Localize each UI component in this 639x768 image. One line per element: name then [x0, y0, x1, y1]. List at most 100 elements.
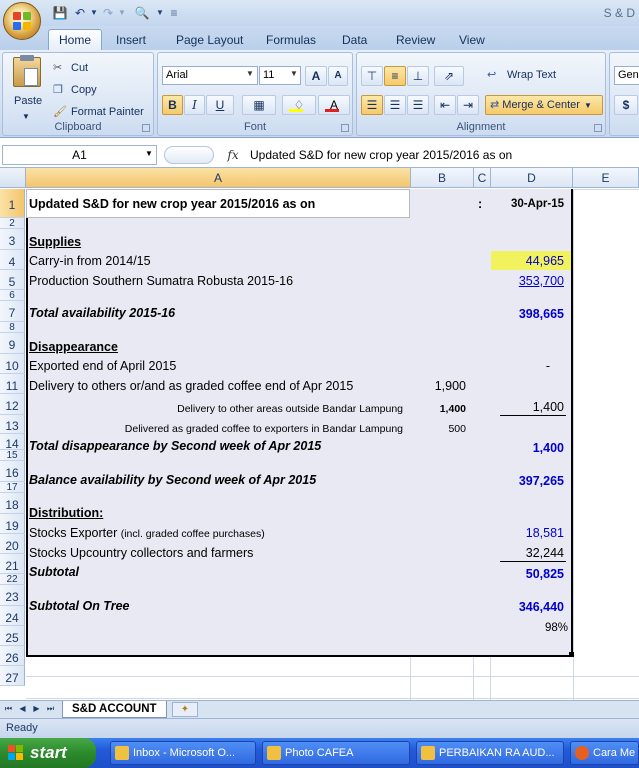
- row-header[interactable]: 23: [0, 585, 25, 606]
- paste-icon[interactable]: [13, 55, 41, 87]
- row-header[interactable]: 15: [0, 450, 25, 461]
- cut-button[interactable]: Cut: [71, 60, 88, 76]
- align-middle-button[interactable]: ≡: [384, 66, 406, 86]
- increase-indent-button[interactable]: ⇥: [457, 95, 479, 115]
- start-button[interactable]: start: [0, 738, 96, 768]
- delivery-outside-label[interactable]: Delivery to other areas outside Bandar L…: [29, 400, 403, 418]
- name-box[interactable]: A1: [2, 145, 157, 165]
- italic-button[interactable]: I: [184, 95, 205, 115]
- align-right-button[interactable]: ☰: [407, 95, 429, 115]
- tab-page-layout[interactable]: Page Layout: [166, 30, 253, 50]
- copy-icon[interactable]: ❐: [53, 82, 63, 98]
- column-header-e[interactable]: E: [573, 168, 639, 188]
- font-color-button[interactable]: A: [318, 95, 350, 115]
- balance-availability-label[interactable]: Balance availability by Second week of A…: [29, 471, 316, 489]
- tab-review[interactable]: Review: [386, 30, 445, 50]
- tab-home[interactable]: Home: [48, 29, 103, 51]
- carry-in-label[interactable]: Carry-in from 2014/15: [29, 252, 151, 270]
- underline-button[interactable]: U: [206, 95, 234, 115]
- shrink-font-button[interactable]: A: [328, 66, 348, 86]
- save-icon[interactable]: 💾: [52, 5, 68, 21]
- first-sheet-icon[interactable]: ⏮: [3, 703, 14, 715]
- total-availability-value[interactable]: 398,665: [494, 305, 564, 323]
- merge-center-button[interactable]: ⇄ Merge & Center ▼: [485, 95, 603, 115]
- subtotal-value[interactable]: 50,825: [494, 565, 564, 583]
- customize-toolbar-icon[interactable]: ≡: [166, 5, 182, 21]
- format-painter-button[interactable]: Format Painter: [71, 104, 144, 120]
- paste-button[interactable]: Paste: [14, 93, 42, 109]
- row-header[interactable]: 13: [0, 415, 25, 434]
- font-name-box[interactable]: Arial: [162, 66, 258, 85]
- distribution-header[interactable]: Distribution:: [29, 504, 103, 522]
- row-header[interactable]: 3: [0, 229, 25, 250]
- row-header[interactable]: 7: [0, 301, 25, 322]
- tab-insert[interactable]: Insert: [106, 30, 156, 50]
- delivered-graded-value[interactable]: 500: [411, 420, 466, 438]
- row-header[interactable]: 2: [0, 218, 25, 229]
- orientation-button[interactable]: ⇗: [434, 66, 464, 86]
- next-sheet-icon[interactable]: ▶: [31, 703, 42, 715]
- fill-color-button[interactable]: ♢: [282, 95, 316, 115]
- borders-button[interactable]: ▦: [242, 95, 276, 115]
- total-availability-label[interactable]: Total availability 2015-16: [29, 304, 175, 322]
- row-header[interactable]: 1: [0, 189, 25, 218]
- taskbar-item-photo-cafea[interactable]: Photo CAFEA: [262, 741, 410, 765]
- delivery-others-value[interactable]: 1,900: [411, 377, 466, 395]
- number-format-box[interactable]: Gen: [614, 66, 639, 85]
- delivery-others-label[interactable]: Delivery to others or/and as graded coff…: [29, 377, 353, 395]
- carry-in-value[interactable]: 44,965: [494, 252, 564, 270]
- exported-value[interactable]: -: [494, 357, 550, 375]
- subtotal-label[interactable]: Subtotal: [29, 563, 79, 581]
- row-header[interactable]: 24: [0, 606, 25, 626]
- print-preview-icon[interactable]: 🔍: [134, 5, 150, 21]
- row-header[interactable]: 9: [0, 333, 25, 354]
- row-header[interactable]: 19: [0, 514, 25, 534]
- exported-label[interactable]: Exported end of April 2015: [29, 357, 176, 375]
- taskbar-item-cara[interactable]: Cara Me: [570, 741, 639, 765]
- last-sheet-icon[interactable]: ⏭: [45, 703, 56, 715]
- stocks-exporter-value[interactable]: 18,581: [494, 524, 564, 542]
- insert-sheet-icon[interactable]: ✦: [172, 702, 198, 717]
- worksheet-grid[interactable]: A B C D E 1 2 3 4 5 6 7 8 9 10 11 12 13 14 15 16 17 18 19 2…: [0, 168, 639, 700]
- delivery-outside-d-value[interactable]: 1,400: [494, 398, 564, 416]
- stocks-upcountry-label[interactable]: Stocks Upcountry collectors and farmers: [29, 544, 253, 562]
- disappearance-header[interactable]: Disappearance: [29, 338, 118, 356]
- row-header[interactable]: 14: [0, 434, 25, 451]
- row-header[interactable]: 17: [0, 482, 25, 493]
- row-header[interactable]: 10: [0, 354, 25, 374]
- column-header-c[interactable]: C: [474, 168, 491, 188]
- production-value[interactable]: 353,700: [494, 272, 564, 290]
- align-bottom-button[interactable]: ⊥: [407, 66, 429, 86]
- subtotal-on-tree-value[interactable]: 346,440: [494, 598, 564, 616]
- formula-bar-resize-handle[interactable]: [164, 146, 214, 164]
- column-header-d[interactable]: D: [491, 168, 573, 188]
- column-header-b[interactable]: B: [411, 168, 474, 188]
- copy-button[interactable]: Copy: [71, 82, 97, 98]
- subtotal-on-tree-label[interactable]: Subtotal On Tree: [29, 597, 129, 615]
- font-size-dropdown-icon[interactable]: ▼: [290, 69, 298, 78]
- delivered-graded-label[interactable]: Delivered as graded coffee to exporters …: [29, 420, 403, 438]
- row-header[interactable]: 6: [0, 290, 25, 301]
- row-header[interactable]: 26: [0, 646, 25, 666]
- stocks-exporter-label[interactable]: Stocks Exporter (incl. graded coffee pur…: [29, 524, 265, 543]
- insert-function-button[interactable]: fx: [222, 145, 244, 165]
- fill-handle[interactable]: [569, 652, 574, 657]
- row-header[interactable]: 4: [0, 250, 25, 270]
- formula-input[interactable]: Updated S&D for new crop year 2015/2016 …: [250, 145, 635, 165]
- alignment-dialog-launcher[interactable]: [594, 124, 602, 132]
- prev-sheet-icon[interactable]: ◀: [17, 703, 28, 715]
- row-header[interactable]: 11: [0, 374, 25, 394]
- title-colon[interactable]: :: [478, 195, 482, 213]
- stocks-upcountry-value[interactable]: 32,244: [494, 544, 564, 562]
- percent-on-tree[interactable]: 98%: [494, 619, 568, 637]
- balance-availability-value[interactable]: 397,265: [494, 472, 564, 490]
- delivery-outside-b-value[interactable]: 1,400: [411, 400, 466, 418]
- supplies-header[interactable]: Supplies: [29, 233, 81, 251]
- decrease-indent-button[interactable]: ⇤: [434, 95, 456, 115]
- row-header[interactable]: 27: [0, 666, 25, 686]
- taskbar-item-perbaikan[interactable]: PERBAIKAN RA AUD...: [416, 741, 564, 765]
- redo-dropdown-icon[interactable]: ▼: [114, 5, 130, 21]
- total-disappearance-value[interactable]: 1,400: [494, 439, 564, 457]
- font-name-dropdown-icon[interactable]: ▼: [246, 69, 254, 78]
- row-header[interactable]: 21: [0, 554, 25, 574]
